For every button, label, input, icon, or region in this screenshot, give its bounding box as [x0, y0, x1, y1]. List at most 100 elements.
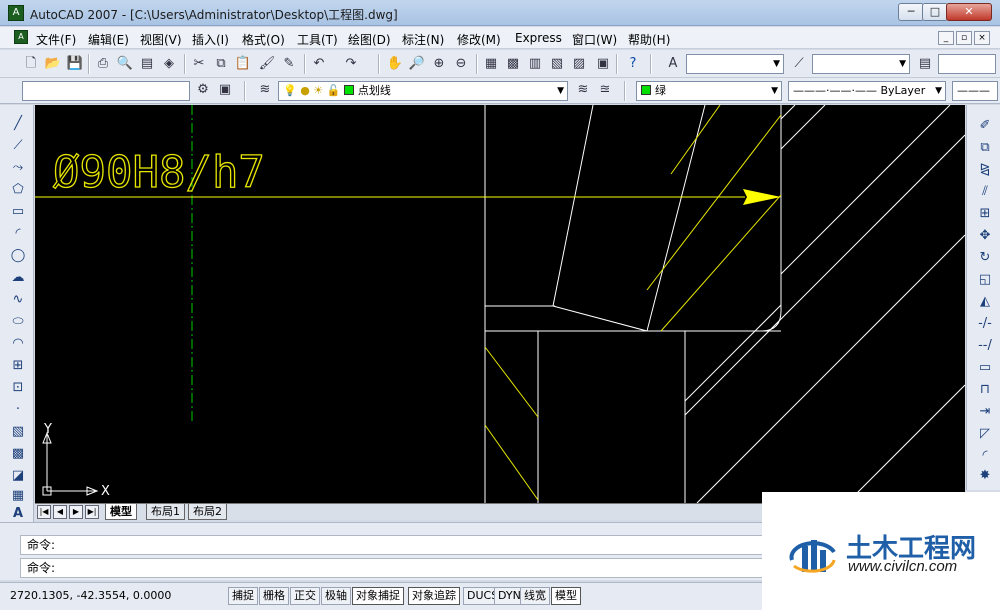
- document-icon[interactable]: A: [14, 30, 28, 44]
- rotate-icon[interactable]: ↻: [976, 249, 994, 267]
- menu-tools[interactable]: 工具(T): [297, 31, 338, 48]
- menu-format[interactable]: 格式(O): [242, 31, 285, 48]
- sheet-set-icon[interactable]: ▧: [548, 55, 566, 73]
- menu-dimension[interactable]: 标注(N): [402, 31, 444, 48]
- polar-toggle[interactable]: 极轴: [321, 587, 351, 605]
- save-icon[interactable]: 💾: [66, 55, 84, 73]
- menu-window[interactable]: 窗口(W): [572, 31, 617, 48]
- tab-layout2[interactable]: 布局2: [188, 504, 227, 520]
- break-icon[interactable]: ⊓: [976, 381, 994, 399]
- copy-object-icon[interactable]: ⧉: [976, 139, 994, 157]
- grid-toggle[interactable]: 栅格: [259, 587, 289, 605]
- break-at-point-icon[interactable]: ▭: [976, 359, 994, 377]
- explode-icon[interactable]: ✸: [976, 467, 994, 485]
- publish-icon[interactable]: ▤: [138, 55, 156, 73]
- cut-icon[interactable]: ✂: [190, 55, 208, 73]
- tab-first-button[interactable]: |◀: [37, 505, 51, 519]
- scale-icon[interactable]: ◱: [976, 271, 994, 289]
- command-input[interactable]: 命令:: [20, 558, 780, 578]
- markup-icon[interactable]: ▨: [570, 55, 588, 73]
- design-center-icon[interactable]: ▩: [504, 55, 522, 73]
- tab-next-button[interactable]: ▶: [69, 505, 83, 519]
- layer-manager-icon[interactable]: ≋: [256, 81, 274, 99]
- workspace-settings-icon[interactable]: ⚙: [194, 81, 212, 99]
- mtext-icon[interactable]: A: [9, 505, 27, 523]
- offset-icon[interactable]: ⫽: [976, 183, 994, 201]
- paste-icon[interactable]: 📋: [234, 55, 252, 73]
- layer-previous-icon[interactable]: ≊: [596, 81, 614, 99]
- workspace-combo[interactable]: [22, 81, 190, 101]
- menu-file[interactable]: 文件(F): [36, 31, 76, 48]
- menu-express[interactable]: Express: [515, 31, 562, 45]
- dim-style-combo[interactable]: ▼: [812, 54, 910, 74]
- construction-line-icon[interactable]: ⟋: [9, 137, 27, 155]
- drawing-canvas[interactable]: Ø90H8/h7 Y X: [35, 105, 965, 503]
- block-editor-icon[interactable]: ✎: [280, 55, 298, 73]
- dim-style-icon[interactable]: ⟋: [790, 55, 808, 73]
- move-icon[interactable]: ✥: [976, 227, 994, 245]
- table-icon[interactable]: ▦: [9, 487, 27, 505]
- model-toggle[interactable]: 模型: [551, 587, 581, 605]
- coordinate-readout[interactable]: 2720.1305, -42.3554, 0.0000: [10, 588, 222, 606]
- tab-last-button[interactable]: ▶|: [85, 505, 99, 519]
- make-block-icon[interactable]: ⊡: [9, 379, 27, 397]
- plot-preview-icon[interactable]: 🔍: [116, 55, 134, 73]
- linetype-combo[interactable]: ———·——·—— ByLayer ▼: [788, 81, 946, 101]
- zoom-realtime-icon[interactable]: 🔎: [408, 55, 426, 73]
- circle-icon[interactable]: ◯: [9, 247, 27, 265]
- new-icon[interactable]: 🗋: [22, 55, 40, 73]
- doc-restore-button[interactable]: ▫: [956, 31, 972, 45]
- erase-icon[interactable]: ✐: [976, 117, 994, 135]
- otrack-toggle[interactable]: 对象追踪: [408, 587, 460, 605]
- point-icon[interactable]: ·: [9, 401, 27, 419]
- color-combo[interactable]: 绿 ▼: [636, 81, 782, 101]
- copy-icon[interactable]: ⧉: [212, 55, 230, 73]
- 3d-dwf-icon[interactable]: ◈: [160, 55, 178, 73]
- tool-palettes-icon[interactable]: ▥: [526, 55, 544, 73]
- stretch-icon[interactable]: ◭: [976, 293, 994, 311]
- print-icon[interactable]: ⎙: [94, 55, 112, 73]
- autocad-logo-icon[interactable]: A: [8, 5, 24, 21]
- table-style-icon[interactable]: ▤: [916, 55, 934, 73]
- osnap-toggle[interactable]: 对象捕捉: [352, 587, 404, 605]
- text-style-combo[interactable]: ▼: [686, 54, 784, 74]
- lineweight-toggle[interactable]: 线宽: [520, 587, 550, 605]
- redo-icon[interactable]: ↷: [342, 55, 360, 73]
- line-icon[interactable]: ╱: [9, 115, 27, 133]
- arc-icon[interactable]: ◜: [9, 225, 27, 243]
- menu-modify[interactable]: 修改(M): [457, 31, 501, 48]
- tab-layout1[interactable]: 布局1: [146, 504, 185, 520]
- pan-icon[interactable]: ✋: [386, 55, 404, 73]
- chamfer-icon[interactable]: ◸: [976, 425, 994, 443]
- quickcalc-icon[interactable]: ▣: [594, 55, 612, 73]
- ellipse-icon[interactable]: ⬭: [9, 313, 27, 331]
- menu-help[interactable]: 帮助(H): [628, 31, 670, 48]
- menu-edit[interactable]: 编辑(E): [88, 31, 129, 48]
- maximize-button[interactable]: □: [922, 3, 948, 21]
- fillet-icon[interactable]: ◜: [976, 447, 994, 465]
- revision-cloud-icon[interactable]: ☁: [9, 269, 27, 287]
- properties-icon[interactable]: ▦: [482, 55, 500, 73]
- tab-prev-button[interactable]: ◀: [53, 505, 67, 519]
- ellipse-arc-icon[interactable]: ◠: [9, 335, 27, 353]
- text-style-icon[interactable]: A: [664, 55, 682, 73]
- rectangle-icon[interactable]: ▭: [9, 203, 27, 221]
- match-properties-icon[interactable]: 🖌: [258, 55, 276, 73]
- lineweight-combo[interactable]: ———: [952, 81, 998, 101]
- minimize-button[interactable]: ─: [898, 3, 924, 21]
- open-icon[interactable]: 📂: [44, 55, 62, 73]
- undo-icon[interactable]: ↶: [310, 55, 328, 73]
- menu-view[interactable]: 视图(V): [140, 31, 182, 48]
- help-icon[interactable]: ?: [624, 55, 642, 73]
- make-object-layer-current-icon[interactable]: ≋: [574, 81, 592, 99]
- ortho-toggle[interactable]: 正交: [290, 587, 320, 605]
- hatch-icon[interactable]: ▧: [9, 423, 27, 441]
- doc-close-button[interactable]: ×: [974, 31, 990, 45]
- tab-model[interactable]: 模型: [105, 504, 137, 520]
- snap-toggle[interactable]: 捕捉: [228, 587, 258, 605]
- array-icon[interactable]: ⊞: [976, 205, 994, 223]
- menu-insert[interactable]: 插入(I): [192, 31, 229, 48]
- join-icon[interactable]: ⇥: [976, 403, 994, 421]
- zoom-previous-icon[interactable]: ⊖: [452, 55, 470, 73]
- insert-block-icon[interactable]: ⊞: [9, 357, 27, 375]
